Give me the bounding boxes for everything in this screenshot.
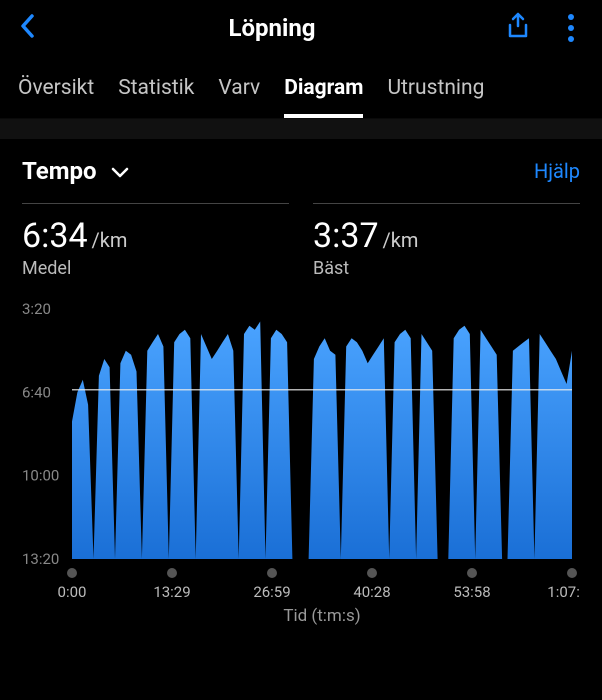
stat-avg: 6:34 /km Medel xyxy=(22,203,289,279)
stat-avg-label: Medel xyxy=(22,258,289,279)
svg-text:53:58: 53:58 xyxy=(453,583,490,601)
stat-best-value: 3:37 xyxy=(313,216,379,256)
svg-text:3:20: 3:20 xyxy=(22,300,51,318)
stat-avg-value: 6:34 xyxy=(22,216,88,256)
metric-select[interactable]: Tempo xyxy=(22,157,129,185)
stats-row: 6:34 /km Medel 3:37 /km Bäst xyxy=(22,203,580,279)
help-link[interactable]: Hjälp xyxy=(534,159,580,183)
share-icon[interactable] xyxy=(506,12,530,44)
app-header: Löpning xyxy=(0,0,602,56)
svg-text:26:59: 26:59 xyxy=(253,583,290,601)
tempo-chart: 3:20 6:40 10:00 13:20 0:00 13:29 26:59 40:28 53:… xyxy=(22,299,580,629)
page-title: Löpning xyxy=(229,14,316,42)
tab-overview[interactable]: Översikt xyxy=(18,76,94,118)
svg-text:13:20: 13:20 xyxy=(22,550,59,568)
tab-laps[interactable]: Varv xyxy=(218,76,260,118)
more-icon[interactable] xyxy=(558,10,584,46)
svg-text:10:00: 10:00 xyxy=(22,467,59,485)
tab-statistics[interactable]: Statistik xyxy=(118,76,194,118)
svg-text:6:40: 6:40 xyxy=(22,383,51,401)
tabs: Översikt Statistik Varv Diagram Utrustni… xyxy=(0,56,602,119)
svg-text:Tid (t:m:s): Tid (t:m:s) xyxy=(283,606,360,626)
svg-text:40:28: 40:28 xyxy=(353,583,390,601)
svg-text:1:07:28: 1:07:28 xyxy=(547,583,580,601)
svg-text:0:00: 0:00 xyxy=(58,583,87,601)
stat-best: 3:37 /km Bäst xyxy=(313,203,580,279)
metric-name: Tempo xyxy=(22,157,97,185)
back-icon[interactable] xyxy=(18,12,38,44)
section-divider xyxy=(0,119,602,139)
chevron-down-icon xyxy=(111,157,129,185)
stat-best-label: Bäst xyxy=(313,258,580,279)
svg-text:13:29: 13:29 xyxy=(153,583,190,601)
content: Tempo Hjälp 6:34 /km Medel 3:37 /km Bäst… xyxy=(0,139,602,629)
stat-avg-unit: /km xyxy=(92,228,128,252)
stat-best-unit: /km xyxy=(383,228,419,252)
tab-diagram[interactable]: Diagram xyxy=(284,76,363,118)
tab-equipment[interactable]: Utrustning xyxy=(387,76,484,118)
chart-svg: 3:20 6:40 10:00 13:20 0:00 13:29 26:59 40:28 53:… xyxy=(22,299,580,629)
